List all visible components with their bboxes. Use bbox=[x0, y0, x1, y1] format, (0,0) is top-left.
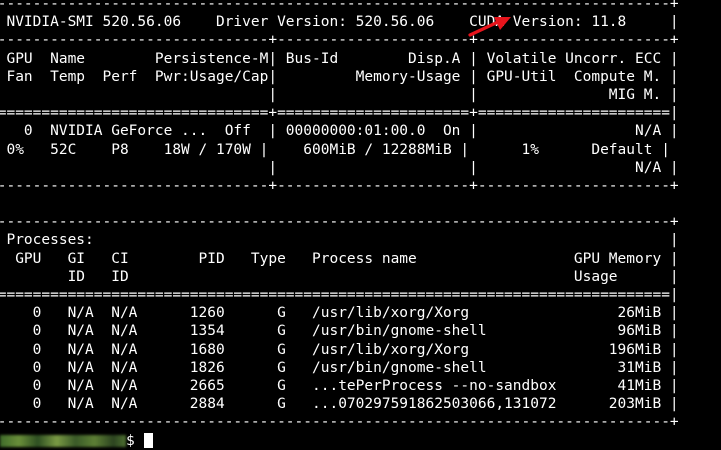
process-row: | 0 N/A N/A 1680 G /usr/lib/xorg/Xorg 19… bbox=[0, 341, 679, 358]
terminal-line-version-header: | NVIDIA-SMI 520.56.06 Driver Version: 5… bbox=[0, 14, 679, 31]
process-row: | 0 N/A N/A 2884 G ...070297591862503066… bbox=[0, 396, 679, 413]
terminal-line-gpu-header: | | | MIG M. | bbox=[0, 86, 679, 103]
terminal-line: |===============================+=======… bbox=[0, 105, 679, 122]
terminal-line-processes-header: | GPU GI CI PID Type Process name GPU Me… bbox=[0, 250, 679, 267]
terminal-line-gpu-header: | Fan Temp Perf Pwr:Usage/Cap| Memory-Us… bbox=[0, 68, 679, 85]
terminal-line: +---------------------------------------… bbox=[0, 0, 679, 12]
terminal-line: +-------------------------------+-------… bbox=[0, 177, 679, 194]
redacted-user-host bbox=[0, 434, 126, 447]
text-cursor bbox=[143, 433, 153, 449]
terminal-line-gpu-row: | 0 NVIDIA GeForce ... Off | 00000000:01… bbox=[0, 123, 679, 140]
terminal-output[interactable]: +---------------------------------------… bbox=[0, 0, 679, 450]
terminal-line: |-------------------------------+-------… bbox=[0, 32, 679, 49]
terminal-line: +---------------------------------------… bbox=[0, 214, 679, 231]
process-row: | 0 N/A N/A 2665 G ...tePerProcess --no-… bbox=[0, 377, 679, 394]
shell-prompt[interactable]: $ bbox=[0, 432, 679, 450]
process-row: | 0 N/A N/A 1354 G /usr/bin/gnome-shell … bbox=[0, 323, 679, 340]
terminal-line-processes-header: | ID ID Usage | bbox=[0, 268, 679, 285]
process-row: | 0 N/A N/A 1826 G /usr/bin/gnome-shell … bbox=[0, 359, 679, 376]
prompt-symbol: $ bbox=[126, 432, 135, 449]
terminal-line: +---------------------------------------… bbox=[0, 414, 679, 431]
terminal-line: |=======================================… bbox=[0, 287, 679, 303]
terminal-line-gpu-row: | | | N/A | bbox=[0, 159, 679, 176]
terminal-line-processes-title: | Processes: | bbox=[0, 232, 679, 249]
terminal-line-gpu-row: | 0% 52C P8 18W / 170W | 600MiB / 12288M… bbox=[0, 141, 670, 158]
terminal-line-gpu-header: | GPU Name Persistence-M| Bus-Id Disp.A … bbox=[0, 50, 679, 67]
process-row: | 0 N/A N/A 1260 G /usr/lib/xorg/Xorg 26… bbox=[0, 305, 679, 322]
